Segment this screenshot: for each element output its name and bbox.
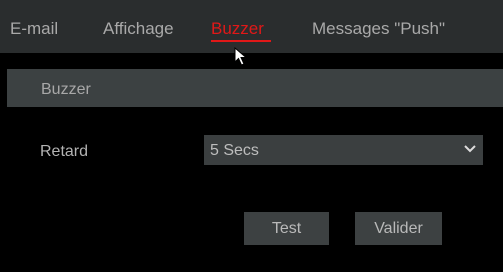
section-title: Buzzer [41, 81, 91, 98]
delay-select-value: 5 Secs [210, 142, 259, 159]
delay-select[interactable]: 5 Secs [204, 135, 483, 165]
delay-label: Retard [40, 143, 89, 160]
mouse-pointer-icon [234, 47, 248, 66]
chevron-down-icon [464, 145, 476, 153]
tab-email[interactable]: E-mail [10, 19, 58, 39]
active-tab-indicator [211, 40, 271, 42]
test-button[interactable]: Test [244, 212, 329, 245]
tab-bar: E-mail Affichage Buzzer Messages "Push" [0, 0, 503, 53]
buzzer-settings-screen: E-mail Affichage Buzzer Messages "Push" … [0, 0, 503, 272]
valider-button[interactable]: Valider [355, 212, 442, 245]
tab-buzzer[interactable]: Buzzer [211, 19, 264, 39]
tab-messages-push[interactable]: Messages "Push" [312, 19, 445, 39]
tab-affichage[interactable]: Affichage [103, 19, 174, 39]
